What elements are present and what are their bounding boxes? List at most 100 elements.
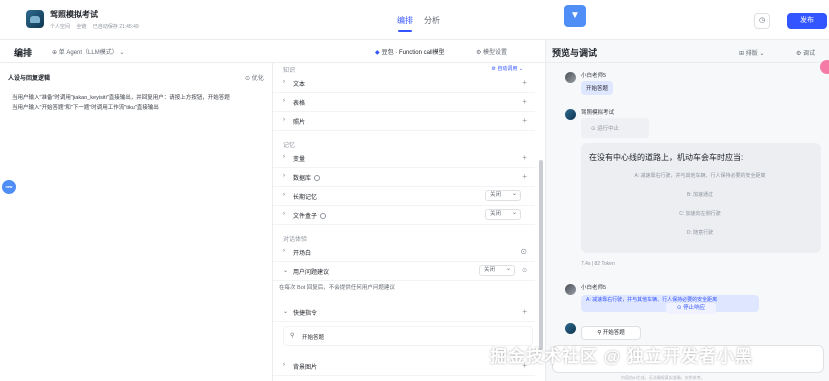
skill-label-text: 数据库	[293, 176, 312, 182]
user-name: 小白老师5	[581, 285, 607, 291]
skill-row-table[interactable]: › 表格 +	[273, 93, 535, 112]
history-clock-icon[interactable]: ◷	[754, 13, 770, 29]
skill-row-file-box[interactable]: › 文件盒子 关闭	[273, 206, 535, 225]
info-icon[interactable]	[320, 213, 327, 219]
debug-button[interactable]: ⚙ 调试	[796, 48, 815, 57]
bot-avatar	[565, 109, 576, 120]
chevron-right-icon: ›	[283, 79, 285, 85]
publish-button[interactable]: 发布	[787, 13, 827, 29]
file-box-select[interactable]: 关闭	[485, 209, 521, 220]
persona-panel: 人设与回复逻辑 ⊙ 优化 当用户输入"准备"时调用"jiakao_keyisit…	[0, 63, 273, 381]
stop-label: 停止响应	[683, 305, 706, 311]
shortcut-label: 开始答题	[302, 335, 325, 341]
persona-title: 人设与回复逻辑	[8, 76, 51, 82]
debug-label: 调试	[803, 51, 816, 57]
edit-icon[interactable]: ✎	[90, 9, 96, 17]
persona-line: 当用户输入"开始答题"和"下一题"时调用工作流"tiku"直接输出	[12, 105, 159, 111]
model-icon: ◆	[375, 50, 380, 56]
add-icon[interactable]: +	[522, 153, 527, 162]
group-dialog-label: 对话体验	[283, 237, 308, 243]
settings-icon[interactable]: ⊙	[520, 247, 527, 256]
run-status: ⊙ 运行中止	[581, 118, 649, 138]
meta-space: 个人空间	[50, 24, 71, 30]
tab-analyze[interactable]: 分析	[424, 15, 440, 26]
quiz-option[interactable]: B: 加速通过	[589, 189, 811, 202]
skill-row-long-memory[interactable]: › 长期记忆 关闭	[273, 187, 535, 206]
bot-name: 驾照模拟考试	[581, 110, 615, 116]
preview-title: 预览与调试	[552, 48, 598, 58]
meta-saved: 已自动保存 21:45:49	[92, 24, 139, 30]
divider	[546, 62, 829, 63]
info-icon[interactable]	[314, 175, 321, 181]
model-select[interactable]: ◆ 豆包 · Function call模型	[375, 47, 445, 56]
agent-mode-select[interactable]: ⊕ 单 Agent（LLM模式） ⌄	[52, 47, 124, 56]
group-memory-label: 记忆	[283, 143, 296, 149]
skill-label: 文本	[293, 82, 306, 88]
chevron-right-icon: ›	[283, 173, 285, 179]
chevron-right-icon: ›	[283, 154, 285, 160]
optimize-button[interactable]: ⊙ 优化	[245, 73, 264, 82]
suggest-select[interactable]: 关闭	[479, 265, 515, 276]
agent-mode-label: 单 Agent（LLM模式）	[58, 50, 118, 56]
skill-label: 快捷指令	[293, 311, 318, 317]
skill-row-variable[interactable]: › 变量 +	[273, 149, 535, 168]
add-icon[interactable]: +	[522, 78, 527, 87]
skill-row-text[interactable]: › 文本 +	[273, 74, 535, 93]
watermark: 掘金技术社区 @ 独立开发者小黑	[490, 347, 754, 366]
skill-label-text: 文件盒子	[293, 214, 318, 220]
layout-label: 排版	[745, 51, 758, 57]
tab-edit[interactable]: 编排	[397, 15, 413, 26]
skill-row-suggest[interactable]: ⌄ 用户问题建议 关闭 ⊙	[273, 262, 535, 281]
shortcut-button-label: 开始答题	[602, 330, 625, 336]
meta-link: 全链	[76, 24, 87, 30]
skill-row-shortcut[interactable]: ⌄ 快捷指令 +	[273, 303, 535, 322]
shortcut-button[interactable]: ⚲ 开始答题	[581, 326, 641, 340]
quiz-option[interactable]: A: 减速靠右行驶，并与其他车辆、行人保持必要的安全距离	[589, 170, 811, 183]
persona-textarea[interactable]: 当用户输入"准备"时调用"jiakao_keyisiti"直接输出，并回复用户：…	[12, 93, 267, 113]
shortcut-icon: ⚲	[290, 333, 295, 339]
avatar	[565, 284, 576, 295]
quiz-option[interactable]: D: 随意行驶	[589, 227, 811, 240]
skills-scrollbar[interactable]	[539, 160, 543, 350]
long-memory-select[interactable]: 关闭	[485, 190, 521, 201]
chevron-down-icon: ⌄	[283, 309, 289, 315]
layout-button[interactable]: ⊞ 排版 ⌄	[739, 48, 764, 57]
user-name: 小白老师5	[581, 73, 607, 79]
add-icon[interactable]: +	[522, 97, 527, 106]
tab-active-indicator	[398, 30, 412, 32]
editor-title: 编排	[14, 48, 33, 58]
avatar	[565, 72, 576, 83]
preview-panel: 预览与调试 ⊞ 排版 ⌄ ⚙ 调试 小白老师5 开始答题 驾照模拟考试 ⊙ 运行…	[545, 40, 829, 381]
skill-label: 数据库	[293, 173, 321, 182]
collapse-down-icon[interactable]: ▼	[564, 5, 586, 27]
add-icon[interactable]: +	[522, 172, 527, 181]
skill-label: 表格	[293, 101, 306, 107]
float-assistant-icon[interactable]	[820, 60, 829, 74]
skill-label: 照片	[293, 120, 306, 126]
top-bar: 驾照模拟考试 ✎ 个人空间 全链 已自动保存 21:45:49 编排 分析 ▼ …	[0, 0, 829, 40]
auto-call-select[interactable]: ⚙ 自动调用 ⌄	[492, 65, 523, 72]
skill-row-database[interactable]: › 数据库 +	[273, 168, 535, 187]
chevron-right-icon: ›	[283, 192, 285, 198]
skill-row-opening[interactable]: › 开场白 ⊙	[273, 243, 535, 262]
app-logo	[26, 10, 44, 28]
skill-label: 背景图片	[293, 365, 318, 371]
chevron-right-icon: ›	[283, 98, 285, 104]
float-badge[interactable]: new	[2, 180, 16, 194]
add-icon[interactable]: +	[522, 116, 527, 125]
skill-label: 变量	[293, 157, 306, 163]
app-meta: 个人空间 全链 已自动保存 21:45:49	[50, 23, 144, 30]
settings-icon[interactable]: ⊙	[522, 267, 527, 274]
model-settings-button[interactable]: ⚙ 模型设置	[476, 47, 507, 56]
skill-label: 用户问题建议	[293, 270, 330, 276]
quiz-option[interactable]: C: 加速向左侧行驶	[589, 208, 811, 221]
bot-avatar	[565, 323, 576, 334]
chevron-right-icon: ›	[283, 211, 285, 217]
stop-response-button[interactable]: ⊙ 停止响应	[666, 303, 716, 314]
skill-label: 文件盒子	[293, 211, 327, 220]
skill-label: 长期记忆	[293, 195, 318, 201]
token-info: 7.4s | 82 Token	[581, 261, 615, 267]
persona-line: 当用户输入"准备"时调用"jiakao_keyisiti"直接输出，并回复用户：…	[12, 95, 230, 101]
skill-row-photo[interactable]: › 照片 +	[273, 112, 535, 131]
add-icon[interactable]: +	[522, 307, 527, 316]
